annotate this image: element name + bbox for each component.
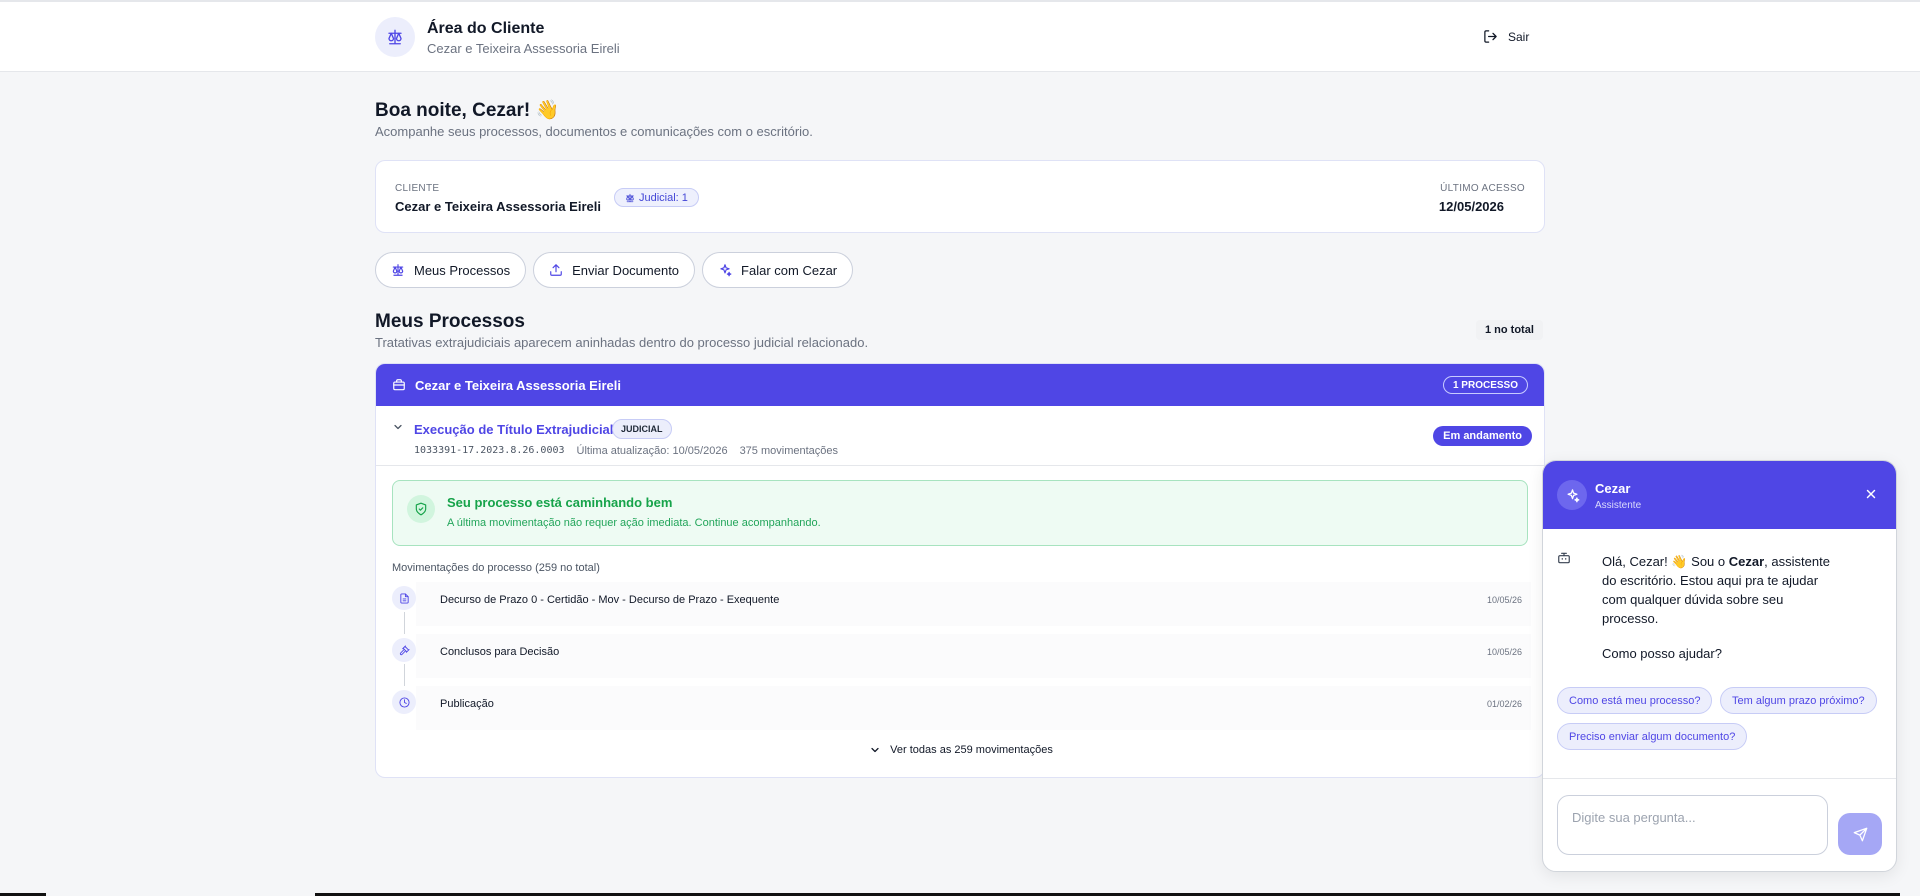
talk-to-assistant-label: Falar com Cezar [741,262,838,278]
health-alert-subtitle: A última movimentação não requer ação im… [447,517,821,529]
send-icon [1853,827,1867,841]
gavel-icon [392,638,416,662]
movement-item: Publicação 01/02/26 [376,686,1544,740]
clock-icon [392,690,416,714]
header-title: Área do Cliente [427,20,545,37]
timeline-connector [404,664,405,686]
my-processes-button[interactable]: Meus Processos [375,252,527,288]
bot-icon [1558,552,1570,564]
shield-check-icon [407,495,435,523]
last-access-label: ÚLTIMO ACESSO [1440,183,1525,194]
process-health-alert: Seu processo está caminhando bem A últim… [392,480,1528,546]
movement-date: 10/05/26 [1486,595,1522,605]
suggestion-chip[interactable]: Como está meu processo? [1557,687,1713,714]
process-meta: 1033391-17.2023.8.26.0003 Última atualiz… [414,445,838,457]
process-status-badge: Em andamento [1433,426,1532,446]
send-document-label: Enviar Documento [572,262,680,278]
chevron-down-icon[interactable] [392,421,404,433]
client-label: CLIENTE [395,183,440,194]
process-number: 1033391-17.2023.8.26.0003 [414,445,565,456]
process-name-link[interactable]: Execução de Título Extrajudicial [414,422,613,437]
assistant-chat-panel: Cezar Assistente Olá, Cezar! 👋 Sou o Cez… [1542,460,1897,872]
process-group-title: Cezar e Teixeira Assessoria Eireli [415,377,621,393]
chat-message-name: Cezar [1728,554,1765,569]
scale-icon [626,193,634,202]
process-row[interactable]: Execução de Título Extrajudicial JUDICIA… [376,406,1544,466]
chevron-down-icon [871,747,879,753]
last-access-date: 12/05/2026 [1438,199,1504,214]
client-card: CLIENTE Cezar e Teixeira Assessoria Eire… [375,160,1545,233]
chat-message: Olá, Cezar! 👋 Sou o Cezar, assistente do… [1602,552,1837,628]
chat-assistant-name: Cezar [1595,481,1631,496]
movement-row-bg [416,634,1531,678]
movement-item: Decurso de Prazo 0 - Certidão - Mov - De… [376,582,1544,636]
send-message-button[interactable] [1838,813,1882,855]
see-all-movements-label: Ver todas as 259 movimentações [890,744,1053,756]
scale-icon [392,264,404,276]
see-all-movements-button[interactable]: Ver todas as 259 movimentações [376,744,1544,756]
chat-header: Cezar Assistente [1543,461,1896,529]
movement-item: Conclusos para Decisão 10/05/26 [376,634,1544,688]
greeting-title: Boa noite, Cezar! 👋 [375,100,560,121]
document-icon [392,586,416,610]
chat-message-part: Olá, Cezar! 👋 Sou o [1602,554,1729,569]
logout-button[interactable]: Sair [1483,29,1529,44]
close-icon[interactable] [1864,487,1878,501]
movement-text: Decurso de Prazo 0 - Certidão - Mov - De… [440,594,780,606]
suggestion-chip[interactable]: Tem algum prazo próximo? [1720,687,1877,714]
client-name: Cezar e Teixeira Assessoria Eireli [395,199,601,214]
process-group-header: Cezar e Teixeira Assessoria Eireli 1 PRO… [376,364,1544,406]
judicial-badge-label: Judicial: 1 [639,191,688,204]
send-document-button[interactable]: Enviar Documento [533,252,696,288]
movement-text: Conclusos para Decisão [440,646,560,658]
chat-assistant-role: Assistente [1595,500,1642,511]
scale-logo-icon [375,17,415,57]
sparkles-icon [1557,480,1587,510]
process-last-update: Última atualização: 10/05/2026 [576,445,728,457]
chat-divider [1543,778,1896,779]
talk-to-assistant-button[interactable]: Falar com Cezar [702,252,854,288]
chat-question: Como posso ajudar? [1602,646,1722,661]
movement-date: 01/02/26 [1486,699,1522,709]
upload-icon [550,264,562,276]
quick-actions: Meus Processos Enviar Documento Falar co… [375,252,854,288]
timeline-connector [404,612,405,634]
my-processes-label: Meus Processos [414,262,511,278]
movement-text: Publicação [440,698,494,710]
greeting-subtitle: Acompanhe seus processos, documentos e c… [375,124,813,139]
movement-date: 10/05/26 [1486,647,1522,657]
sparkles-icon [720,264,732,277]
chat-input[interactable] [1557,795,1828,855]
process-movements-count: 375 movimentações [739,445,839,457]
section-subtitle: Tratativas extrajudiciais aparecem aninh… [375,335,869,350]
movements-title: Movimentações do processo (259 no total) [392,562,600,574]
health-alert-title: Seu processo está caminhando bem [447,495,673,510]
logout-icon [1484,30,1497,43]
header-subtitle: Cezar e Teixeira Assessoria Eireli [427,41,620,56]
logout-label: Sair [1508,29,1530,44]
movement-row-bg [416,686,1531,730]
process-count-badge: 1 no total [1476,320,1543,340]
process-type-tag: JUDICIAL [612,419,672,439]
suggestion-chip[interactable]: Preciso enviar algum documento? [1557,723,1748,750]
judicial-badge: Judicial: 1 [614,188,699,207]
section-title: Meus Processos [375,311,525,332]
process-group-card: Cezar e Teixeira Assessoria Eireli 1 PRO… [375,363,1545,778]
briefcase-icon [393,379,405,391]
page-header: Área do Cliente Cezar e Teixeira Assesso… [0,2,1920,72]
process-group-badge: 1 PROCESSO [1442,376,1528,394]
